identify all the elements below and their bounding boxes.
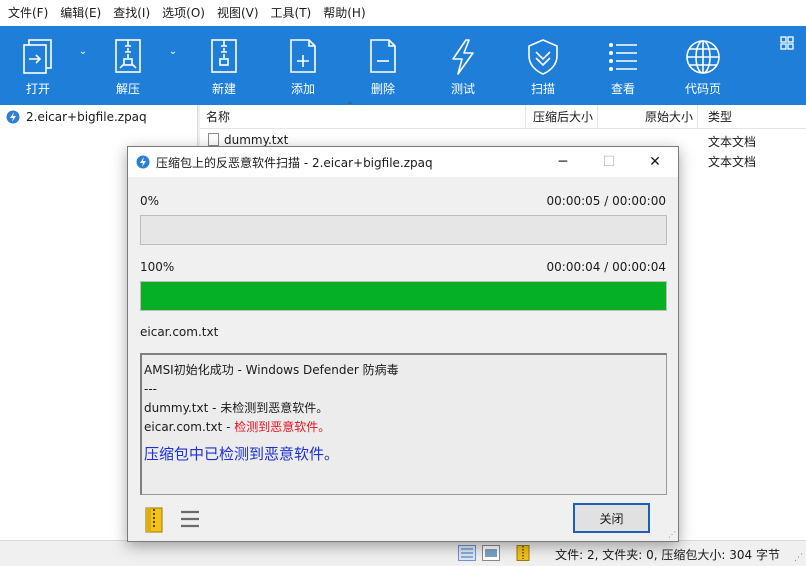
log-amsi: AMSI初始化成功 - Windows Defender 防病毒 [144,363,399,377]
open-archive-icon [23,39,52,74]
log-eicar-result: 检测到恶意软件。 [234,420,331,434]
column-compressed-size[interactable]: 压缩后大小 [526,105,598,129]
view-button[interactable]: 查看 [597,26,649,105]
lightning-icon [452,39,474,75]
dialog-title: 压缩包上的反恶意软件扫描 - 2.eicar+bigfile.zpaq [156,156,433,170]
delete-file-icon [370,39,396,73]
tree-item-label: 2.eicar+bigfile.zpaq [26,110,147,124]
log-dummy: dummy.txt - 未检测到恶意软件。 [144,401,329,415]
view-label: 查看 [610,82,635,96]
scan-log[interactable]: AMSI初始化成功 - Windows Defender 防病毒 --- dum… [140,353,667,495]
resize-grip-icon[interactable]: ⋰ [794,553,803,563]
menu-help[interactable]: 帮助(H) [317,0,371,26]
test-button[interactable]: 测试 [437,26,489,105]
menu-bar: 文件(F) 编辑(E) 查找(I) 选项(O) 视图(V) 工具(T) 帮助(H… [0,0,806,26]
file-type: 文本文档 [708,135,757,149]
antimalware-scan-dialog: 压缩包上的反恶意软件扫描 - 2.eicar+bigfile.zpaq ─ ☐ … [127,146,679,542]
toolbar: 打开 ⌄ 解压 ⌄ 新建 添加 删除 测试 扫描 查看 代码页 [0,26,806,105]
file-progress-fill [141,282,666,310]
archive-badge-icon [6,110,20,124]
file-time: 00:00:04 / 00:00:04 [546,260,666,274]
file-progress-bar [140,281,667,311]
current-file: eicar.com.txt [140,325,219,339]
log-eicar: eicar.com.txt - 检测到恶意软件。 [144,418,666,437]
menu-options[interactable]: 选项(O) [156,0,211,26]
tree-item-archive[interactable]: 2.eicar+bigfile.zpaq [6,108,147,126]
log-summary: 压缩包中已检测到恶意软件。 [144,445,340,463]
overall-progress-bar [140,215,667,245]
archive-zipper-icon[interactable] [144,507,166,533]
open-dropdown-chevron-icon[interactable]: ⌄ [76,46,90,57]
new-button[interactable]: 新建 [198,26,250,105]
extract-zip-icon [115,39,141,73]
new-archive-icon [211,39,237,73]
menu-lines-icon[interactable] [180,509,200,529]
delete-button[interactable]: 删除 [357,26,409,105]
minimize-icon[interactable]: ─ [540,147,586,177]
scan-label: 扫描 [530,82,555,96]
open-button[interactable]: 打开 [12,26,64,105]
app-lightning-icon [136,155,150,169]
test-label: 测试 [450,82,475,96]
list-icon [609,43,637,71]
codepage-label: 代码页 [684,82,721,96]
add-button[interactable]: 添加 [277,26,329,105]
extract-label: 解压 [115,82,140,96]
file-percent: 100% [140,260,175,274]
menu-file[interactable]: 文件(F) [2,0,54,26]
log-eicar-name: eicar.com.txt - [144,420,235,434]
extract-dropdown-chevron-icon[interactable]: ⌄ [166,46,180,57]
close-window-icon[interactable]: ✕ [632,147,678,177]
menu-find[interactable]: 查找(I) [107,0,156,26]
dialog-title-bar[interactable]: 压缩包上的反恶意软件扫描 - 2.eicar+bigfile.zpaq ─ ☐ … [128,147,678,177]
overall-time: 00:00:05 / 00:00:00 [546,194,666,208]
globe-icon [686,40,720,74]
codepage-button[interactable]: 代码页 [677,26,729,105]
column-header-row: ^ 名称 压缩后大小 原始大小 类型 [200,101,806,129]
column-type[interactable]: 类型 [708,105,806,129]
file-type: 文本文档 [708,155,757,169]
details-view-icon[interactable] [458,545,476,561]
scan-button[interactable]: 扫描 [517,26,569,105]
thumbnail-view-icon[interactable] [482,545,500,561]
status-bar: 文件: 2, 文件夹: 0, 压缩包大小: 304 字节 ⋰ [0,540,806,566]
archive-zipper-icon [516,545,530,561]
log-separator: --- [144,382,157,396]
menu-view[interactable]: 视图(V) [211,0,265,26]
column-name[interactable]: 名称 [206,105,526,129]
dialog-resize-grip-icon[interactable]: ⋰ [668,530,676,539]
delete-label: 删除 [370,82,395,96]
overall-percent: 0% [140,194,160,208]
extract-button[interactable]: 解压 [102,26,154,105]
add-label: 添加 [290,82,315,96]
new-label: 新建 [211,82,236,96]
add-file-icon [290,39,316,73]
close-button[interactable]: 关闭 [573,503,650,533]
status-summary: 文件: 2, 文件夹: 0, 压缩包大小: 304 字节 [555,548,780,562]
text-file-icon [208,133,219,146]
maximize-icon: ☐ [602,154,616,170]
open-label: 打开 [25,82,50,96]
column-original-size[interactable]: 原始大小 [598,105,698,129]
layout-grid-icon[interactable] [780,36,794,50]
menu-tools[interactable]: 工具(T) [265,0,318,26]
shield-icon [528,39,558,75]
menu-edit[interactable]: 编辑(E) [54,0,107,26]
file-name: dummy.txt [224,133,289,147]
